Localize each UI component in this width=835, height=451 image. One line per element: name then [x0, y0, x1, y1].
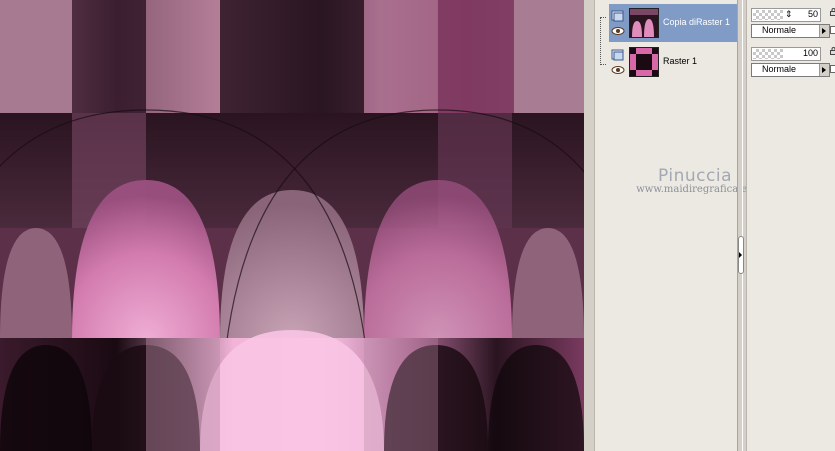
opacity-slider[interactable]: 100 — [751, 47, 821, 61]
blend-mode-value: Normale — [762, 64, 797, 74]
lock-icon[interactable] — [830, 8, 835, 16]
opacity-value: 50 — [807, 9, 818, 19]
dropdown-arrow-icon[interactable] — [819, 25, 829, 37]
layers-panel: Copia diRaster 1 Raster 1 Pinuccia www.m… — [594, 0, 835, 451]
panel-splitter[interactable] — [737, 0, 743, 451]
dropdown-arrow-icon[interactable] — [819, 64, 829, 76]
lock-icon[interactable] — [830, 47, 835, 55]
blend-mode-select[interactable]: Normale — [751, 63, 830, 77]
layer-thumbnail — [629, 8, 659, 38]
canvas-gap — [584, 0, 594, 451]
blend-mode-value: Normale — [762, 25, 797, 35]
layer-thumbnail — [629, 47, 659, 77]
opacity-handle-icon[interactable]: ⇕ — [785, 8, 793, 22]
layer-name: Raster 1 — [663, 56, 698, 66]
layers-list: Copia diRaster 1 Raster 1 Pinuccia www.m… — [594, 0, 754, 451]
opacity-value: 100 — [802, 48, 818, 58]
mask-icon[interactable] — [830, 26, 835, 34]
opacity-checker — [753, 10, 783, 20]
eye-icon[interactable] — [611, 65, 625, 75]
layer-group-bracket — [600, 17, 606, 65]
layer-name: Copia diRaster 1 — [663, 17, 731, 27]
mask-icon[interactable] — [830, 65, 835, 73]
layer-row-raster-1[interactable]: Raster 1 — [609, 43, 737, 81]
image-canvas[interactable] — [0, 0, 584, 451]
canvas-artwork — [0, 0, 584, 451]
opacity-checker — [753, 49, 783, 59]
chevron-right-icon[interactable] — [738, 236, 744, 274]
blend-mode-select[interactable]: Normale — [751, 24, 830, 38]
opacity-slider[interactable]: ⇕ 50 — [751, 8, 821, 22]
layer-row-copia-raster-1[interactable]: Copia diRaster 1 — [609, 4, 737, 42]
raster-layer-icon — [611, 49, 624, 61]
raster-layer-icon — [611, 10, 624, 22]
layer-properties: ⇕ 50 Normale 100 Normale — [746, 0, 835, 451]
eye-icon[interactable] — [611, 26, 625, 36]
